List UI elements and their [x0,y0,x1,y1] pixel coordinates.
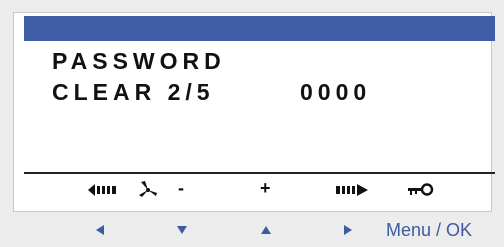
password-title: PASSWORD [52,48,226,74]
arrow-right-icon [344,225,352,235]
plus-label: + [260,178,271,198]
lcd-divider [24,172,495,174]
lcd-header-bar [24,16,495,41]
menu-ok-button[interactable]: Menu / OK [386,220,472,240]
nav-down-button[interactable] [170,220,194,240]
clear-level-label: CLEAR 2/5 [52,79,215,105]
arrow-left-icon [96,225,104,235]
fan-icon [136,180,160,200]
nav-right-button[interactable] [336,220,360,240]
minus-label: - [178,178,184,198]
arrow-down-icon [177,226,187,234]
scroll-left-icon [88,180,122,200]
key-icon [408,180,434,200]
scroll-right-icon [334,180,368,200]
nav-left-button[interactable] [88,220,112,240]
password-value: 0000 [300,79,372,105]
arrow-up-icon [261,226,271,234]
nav-up-button[interactable] [254,220,278,240]
